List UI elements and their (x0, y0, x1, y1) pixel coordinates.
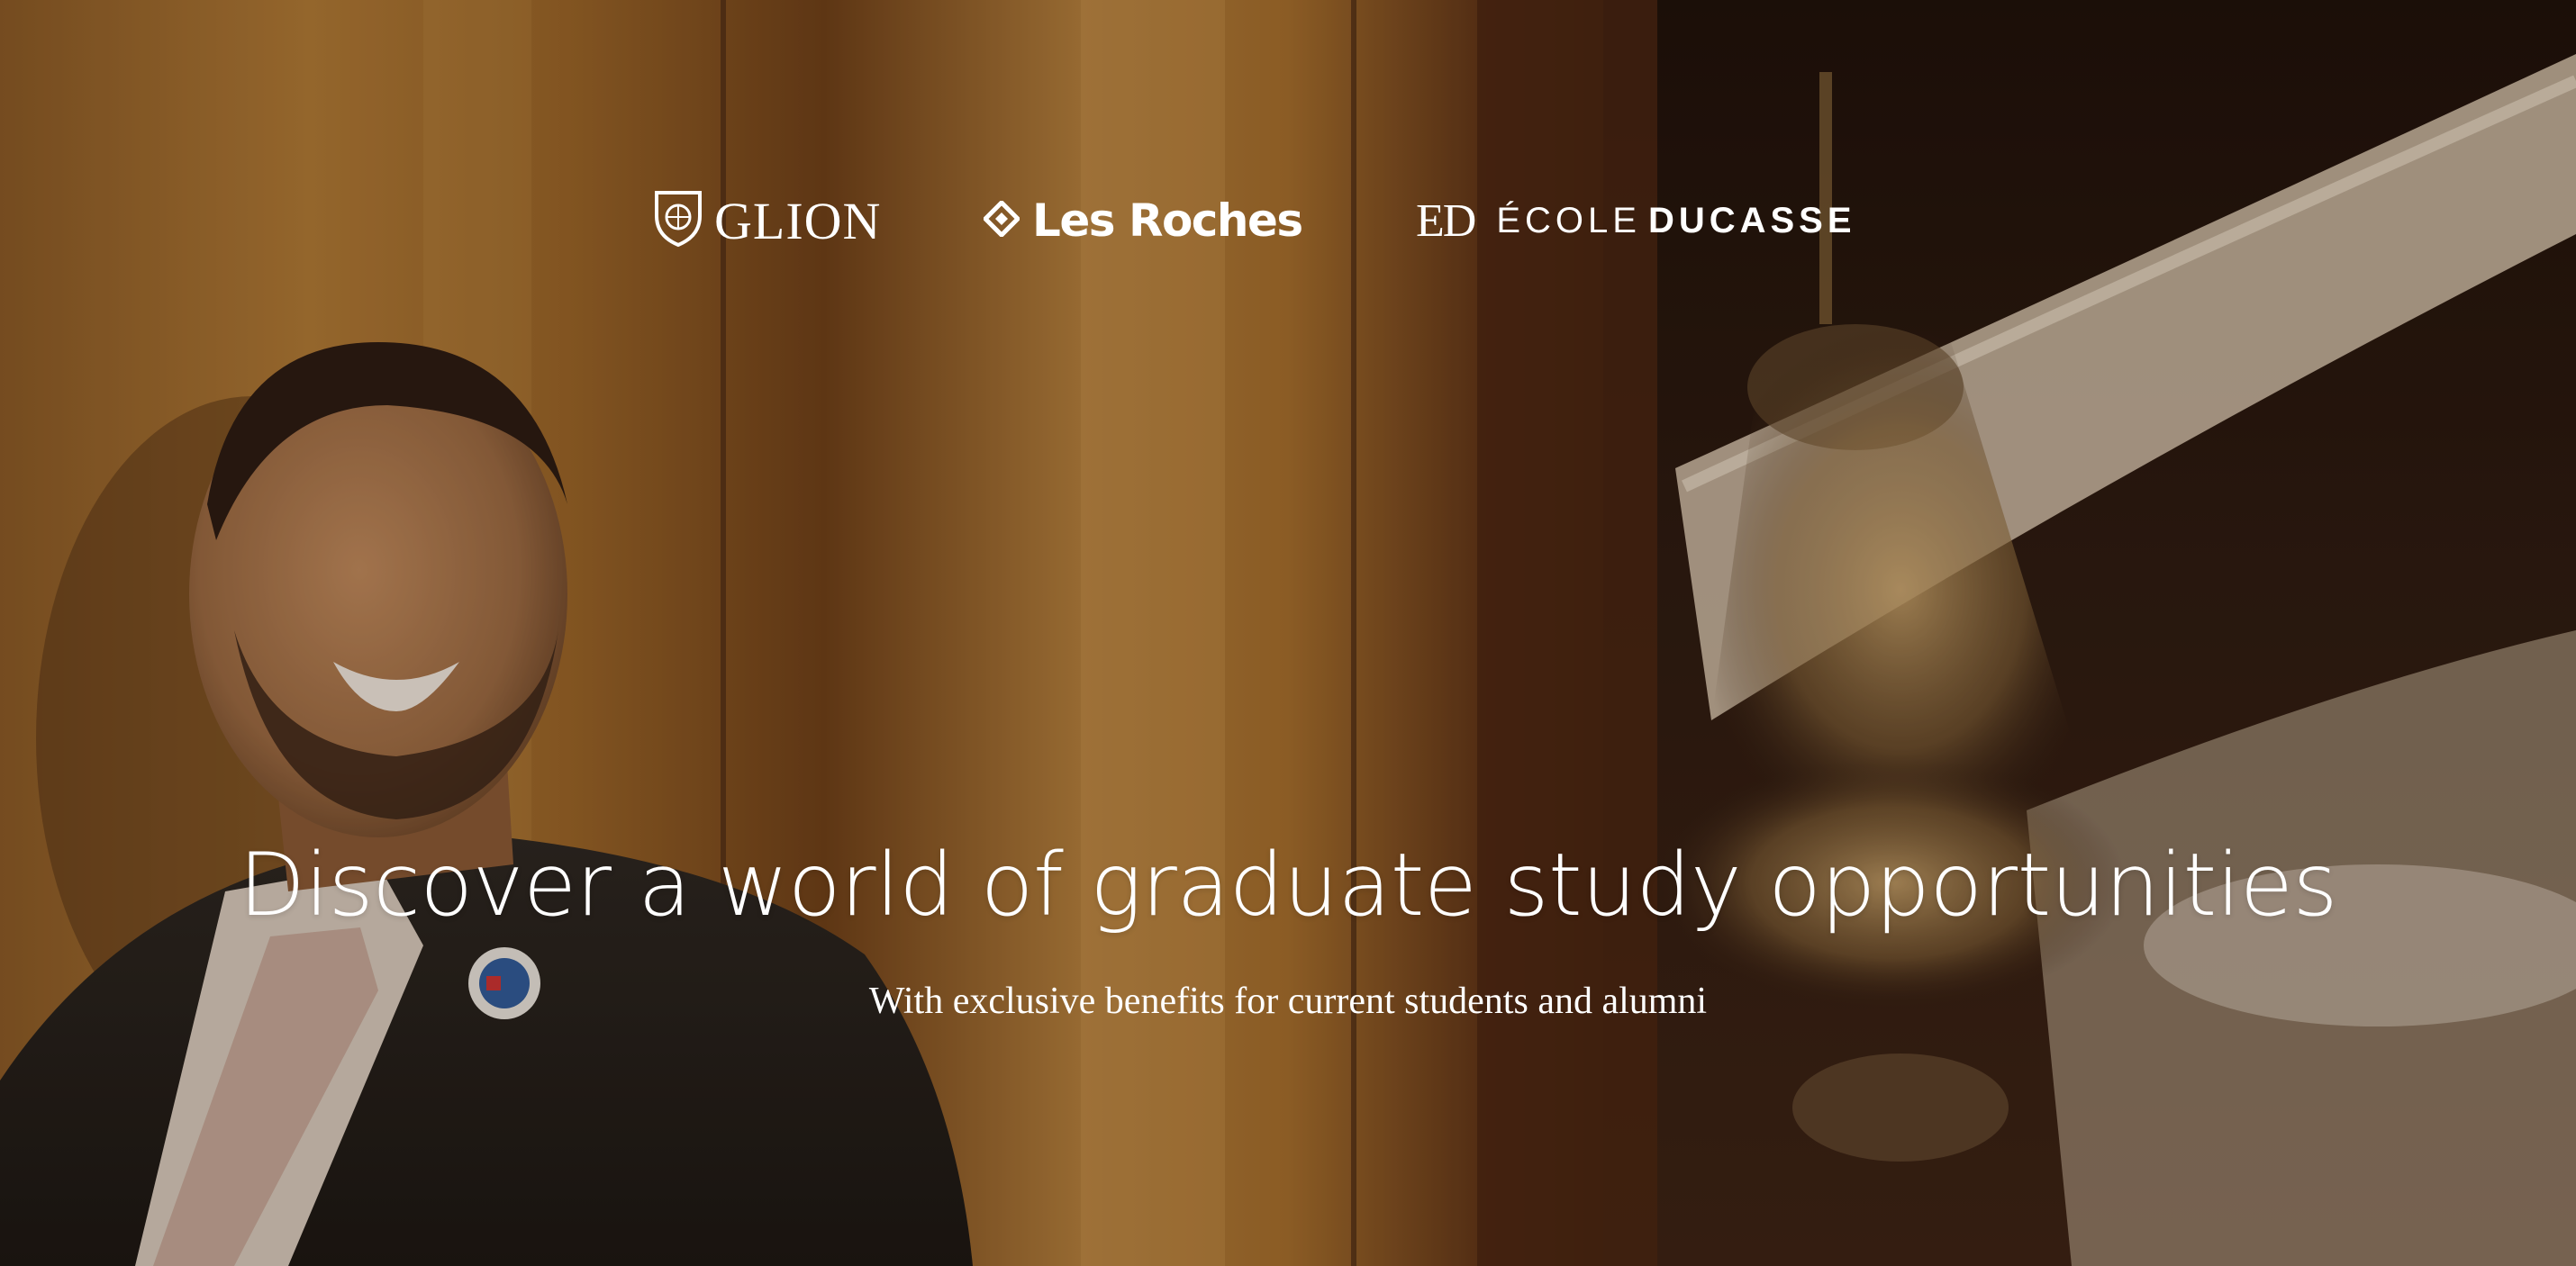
shield-crest-icon (653, 189, 703, 253)
hero-banner: GLION Les Roches ED ÉCOLE DUCASSE Discov… (0, 0, 2576, 1266)
partner-logos: GLION Les Roches ED ÉCOLE DUCASSE (0, 185, 2576, 257)
ecole-ducasse-monogram: ED (1416, 194, 1476, 247)
ecole-ducasse-logo[interactable]: ED ÉCOLE DUCASSE (1416, 185, 1856, 257)
glion-logo[interactable]: GLION (653, 185, 881, 257)
ecole-ducasse-name-text: DUCASSE (1647, 200, 1856, 240)
les-roches-logo[interactable]: Les Roches (982, 185, 1303, 257)
les-roches-logo-text: Les Roches (1032, 194, 1303, 247)
hero-subheadline: With exclusive benefits for current stud… (868, 981, 1708, 1022)
hero-headline: Discover a world of graduate study oppor… (239, 835, 2337, 936)
ecole-ducasse-ecole-text: ÉCOLE (1496, 200, 1641, 240)
glion-logo-text: GLION (714, 191, 882, 250)
diamond-icon (982, 198, 1021, 241)
